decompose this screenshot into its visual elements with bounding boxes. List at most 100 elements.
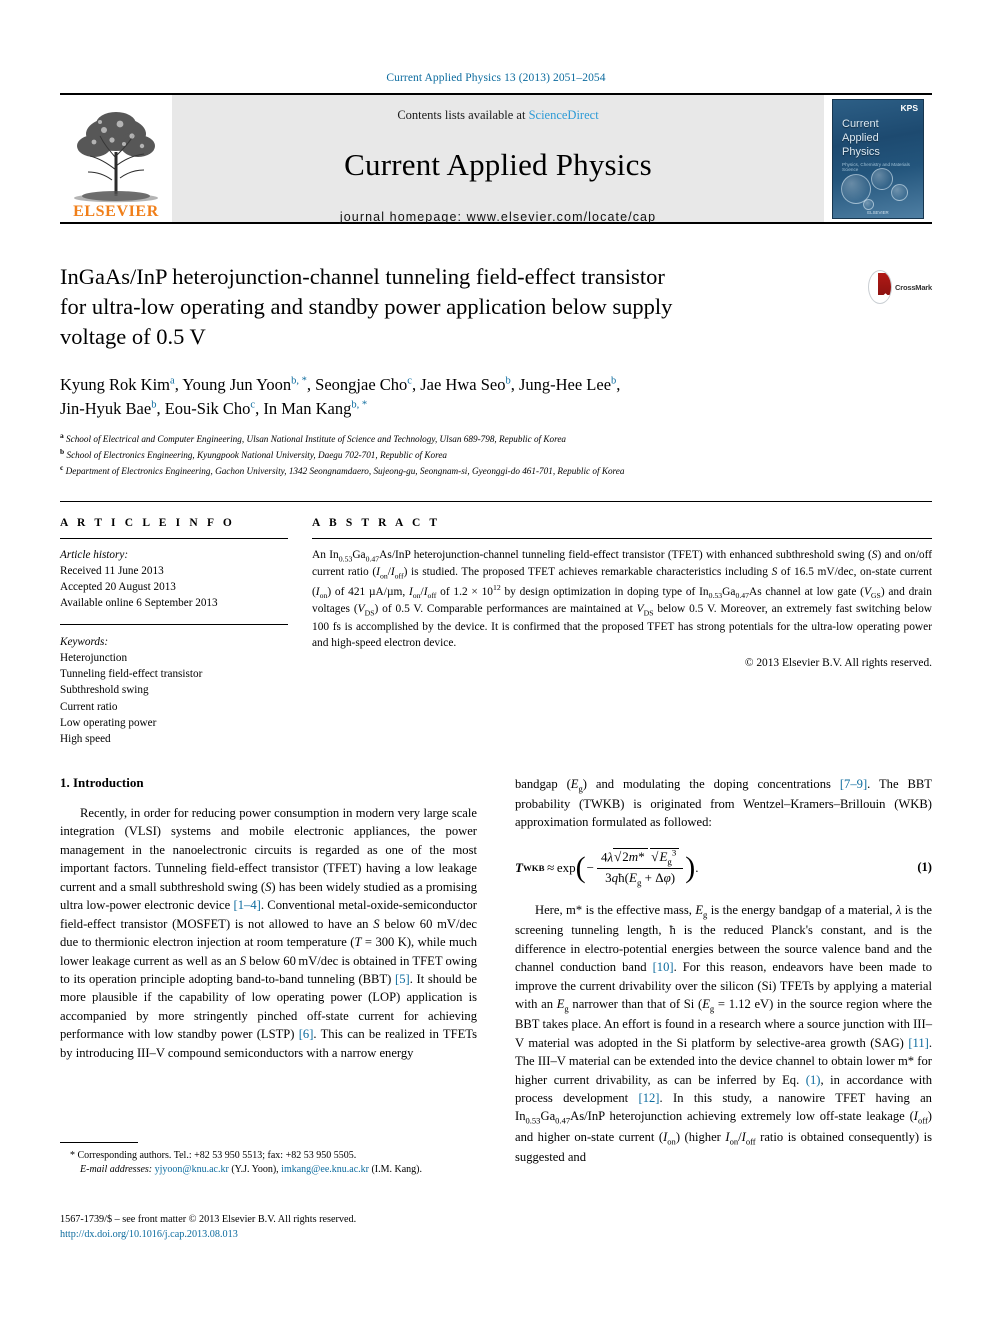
footnote-rule bbox=[60, 1142, 138, 1143]
keyword-item: High speed bbox=[60, 732, 111, 745]
affiliation-mark: b bbox=[60, 446, 65, 456]
citation-link[interactable]: [12] bbox=[639, 1091, 660, 1105]
affiliation-text: School of Electronics Engineering, Kyung… bbox=[66, 449, 448, 460]
title-line-3: voltage of 0.5 V bbox=[60, 323, 206, 349]
abstract-text: An In0.53Ga0.47As/InP heterojunction-cha… bbox=[312, 548, 932, 650]
divider bbox=[60, 537, 288, 539]
affiliation-item: b School of Electronics Engineering, Kyu… bbox=[60, 446, 932, 462]
citation-link[interactable]: [11] bbox=[908, 1036, 929, 1050]
cover-bubble-icon bbox=[863, 198, 874, 210]
citation-link[interactable]: [6] bbox=[299, 1027, 314, 1041]
author-affil-mark[interactable]: a bbox=[170, 375, 175, 386]
history-item: Available online 6 September 2013 bbox=[60, 596, 218, 609]
citation-link[interactable]: [10] bbox=[653, 960, 674, 974]
author-item[interactable]: Jae Hwa Seob bbox=[420, 375, 510, 394]
keywords-block: Keywords: Heterojunction Tunneling field… bbox=[60, 624, 288, 747]
author-name: Jae Hwa Seo bbox=[420, 374, 506, 394]
contents-prefix: Contents lists available at bbox=[397, 108, 529, 122]
affiliation-list: a School of Electrical and Computer Engi… bbox=[60, 430, 932, 479]
author-affil-mark[interactable]: c bbox=[250, 399, 255, 410]
paragraph: Here, m* is the effective mass, Eg is th… bbox=[515, 903, 933, 1164]
crossmark-icon bbox=[868, 270, 893, 304]
author-affil-mark[interactable]: b bbox=[505, 375, 510, 386]
author-name: Seongjae Cho bbox=[315, 374, 408, 394]
email-link-2[interactable]: imkang@ee.knu.ac.kr bbox=[281, 1164, 369, 1175]
author-affil-mark[interactable]: b bbox=[151, 399, 156, 410]
body-column-right: bandgap (Eg) and modulating the doping c… bbox=[515, 775, 932, 1166]
equation-body: T WKB ≈ exp( − 4λ√2m* √Eg3 3qħ(Eg + Δφ) )… bbox=[515, 847, 699, 888]
author-item[interactable]: Kyung Rok Kima bbox=[60, 375, 175, 394]
contents-available-line: Contents lists available at ScienceDirec… bbox=[397, 108, 598, 123]
elsevier-logo: ELSEVIER bbox=[60, 95, 172, 222]
affiliation-mark: a bbox=[60, 430, 64, 440]
affiliation-item: a School of Electrical and Computer Engi… bbox=[60, 430, 932, 446]
email-owner-1: (Y.J. Yoon) bbox=[231, 1164, 277, 1176]
article-info-label: A R T I C L E I N F O bbox=[60, 516, 235, 529]
doi-link[interactable]: http://dx.doi.org/10.1016/j.cap.2013.08.… bbox=[60, 1227, 490, 1242]
author-affil-mark[interactable]: c bbox=[407, 375, 412, 386]
body-column-left: 1. Introduction Recently, in order for r… bbox=[60, 775, 477, 1166]
footnote-emails: E-mail addresses: yjyoon@knu.ac.kr (Y.J.… bbox=[80, 1164, 423, 1176]
journal-cover-thumbnail: KPS Current Applied Physics Physics, Che… bbox=[824, 95, 932, 222]
author-affil-mark[interactable]: b, * bbox=[291, 375, 307, 386]
history-item: Accepted 20 August 2013 bbox=[60, 580, 176, 593]
author-item[interactable]: Jin-Hyuk Baeb bbox=[60, 399, 156, 418]
author-affil-mark[interactable]: b, * bbox=[351, 399, 367, 410]
author-name: Young Jun Yoon bbox=[182, 374, 292, 394]
cover-publisher-label: ELSEVIER bbox=[867, 209, 889, 215]
sciencedirect-link[interactable]: ScienceDirect bbox=[529, 108, 599, 122]
cover-title-line1: Current bbox=[842, 117, 879, 130]
crossmark-label: CrossMark bbox=[895, 282, 932, 292]
keyword-item: Low operating power bbox=[60, 716, 157, 729]
article-info-column: A R T I C L E I N F O Article history: R… bbox=[60, 517, 312, 747]
author-name: Jin-Hyuk Bae bbox=[60, 398, 152, 418]
elsevier-tree-icon bbox=[64, 100, 168, 204]
author-item[interactable]: Seongjae Choc bbox=[315, 375, 412, 394]
crossmark-badge[interactable]: CrossMark bbox=[868, 266, 932, 308]
journal-homepage-link[interactable]: journal homepage: www.elsevier.com/locat… bbox=[340, 210, 656, 224]
journal-masthead: ELSEVIER Contents lists available at Sci… bbox=[60, 93, 932, 224]
citation-link[interactable]: [1–4] bbox=[234, 898, 261, 912]
imprint-line: 1567-1739/$ – see front matter © 2013 El… bbox=[60, 1214, 357, 1225]
abstract-copyright: © 2013 Elsevier B.V. All rights reserved… bbox=[744, 657, 932, 669]
author-item[interactable]: In Man Kangb, * bbox=[263, 399, 367, 418]
elsevier-wordmark: ELSEVIER bbox=[73, 203, 159, 220]
cover-bubble-icon bbox=[871, 167, 893, 190]
affiliation-text: Department of Electronics Engineering, G… bbox=[65, 466, 625, 477]
cover-society-label: KPS bbox=[900, 102, 918, 113]
footnote-corresponding: * Corresponding authors. Tel.: +82 53 95… bbox=[70, 1150, 357, 1161]
author-name: In Man Kang bbox=[263, 398, 352, 418]
author-item[interactable]: Eou-Sik Choc bbox=[165, 399, 255, 418]
cover-title-line3: Physics bbox=[842, 145, 880, 158]
email-link-1[interactable]: yjyoon@knu.ac.kr bbox=[155, 1164, 229, 1175]
keyword-item: Subthreshold swing bbox=[60, 684, 149, 697]
citation-link[interactable]: (1) bbox=[806, 1073, 821, 1087]
paragraph: Recently, in order for reducing power co… bbox=[60, 806, 478, 1060]
cover-title-line2: Applied bbox=[842, 131, 879, 144]
paragraph: bandgap (Eg) and modulating the doping c… bbox=[515, 777, 932, 830]
body-columns: 1. Introduction Recently, in order for r… bbox=[60, 775, 932, 1166]
journal-title: Current Applied Physics bbox=[344, 147, 652, 182]
citation-link[interactable]: [5] bbox=[395, 972, 410, 986]
masthead-center: Contents lists available at ScienceDirec… bbox=[172, 95, 824, 224]
keyword-item: Tunneling field-effect transistor bbox=[60, 668, 203, 681]
author-affil-mark[interactable]: b bbox=[611, 375, 616, 386]
corresponding-author-footnote: * Corresponding authors. Tel.: +82 53 95… bbox=[60, 1142, 477, 1177]
email-owner-2: (I.M. Kang). bbox=[371, 1164, 423, 1176]
info-abstract-region: A R T I C L E I N F O Article history: R… bbox=[60, 500, 932, 747]
title-block: InGaAs/InP heterojunction-channel tunnel… bbox=[60, 262, 932, 352]
citation-link[interactable]: [7–9] bbox=[840, 777, 867, 791]
author-item[interactable]: Young Jun Yoonb, * bbox=[182, 375, 307, 394]
abstract-label: A B S T R A C T bbox=[312, 516, 441, 529]
equation-1: T WKB ≈ exp( − 4λ√2m* √Eg3 3qħ(Eg + Δφ) )… bbox=[515, 848, 932, 888]
author-item[interactable]: Jung-Hee Leeb bbox=[519, 375, 616, 394]
keywords-label: Keywords: bbox=[60, 636, 109, 649]
author-name: Jung-Hee Lee bbox=[518, 374, 612, 394]
cover-title: Current Applied Physics bbox=[842, 117, 880, 159]
imprint-block: 1567-1739/$ – see front matter © 2013 El… bbox=[60, 1212, 490, 1243]
abstract-column: A B S T R A C T An In0.53Ga0.47As/InP he… bbox=[312, 517, 932, 747]
affiliation-text: School of Electrical and Computer Engine… bbox=[66, 433, 567, 444]
title-line-2: for ultra-low operating and standby powe… bbox=[60, 293, 673, 319]
affiliation-item: c Department of Electronics Engineering,… bbox=[60, 462, 932, 478]
article-history-label: Article history: bbox=[60, 548, 129, 561]
